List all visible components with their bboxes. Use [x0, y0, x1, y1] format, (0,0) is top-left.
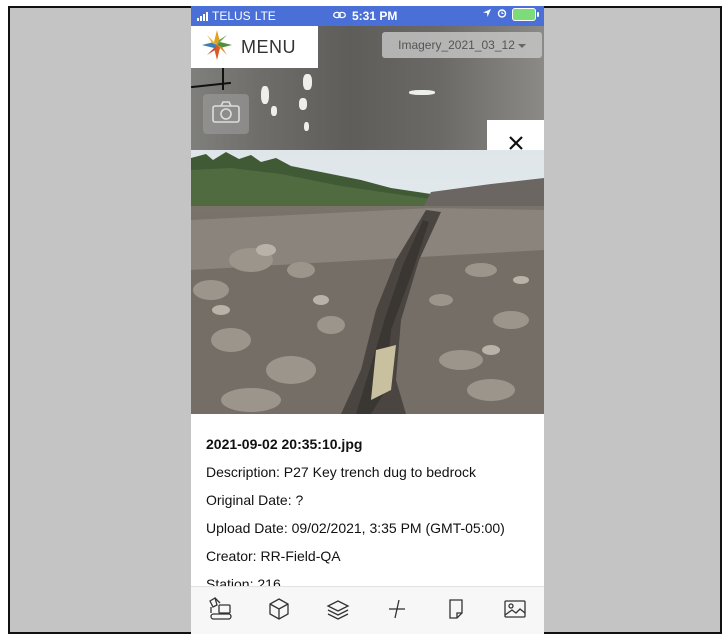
location-arrow-icon — [482, 8, 492, 21]
map-feature — [304, 122, 309, 131]
imagery-layer-label: Imagery_2021_03_12 — [398, 38, 515, 52]
photo-description: Description: P27 Key trench dug to bedro… — [206, 464, 477, 480]
image-icon — [503, 597, 527, 626]
phone-screen: TELUS LTE 5:31 PM MENU Imagery_2021_03_1… — [191, 6, 544, 634]
excavator-tab[interactable] — [200, 593, 240, 629]
map-feature — [261, 86, 269, 104]
link-icon — [333, 9, 346, 23]
photo-upload-date: Upload Date: 09/02/2021, 3:35 PM (GMT-05… — [206, 520, 505, 536]
photo-original-date: Original Date: ? — [206, 492, 304, 508]
battery-icon — [512, 8, 539, 21]
cube-tab[interactable] — [259, 593, 299, 629]
map-view[interactable]: MENU Imagery_2021_03_12 — [191, 26, 544, 170]
photo-filename: 2021-09-02 20:35:10.jpg — [206, 436, 363, 452]
photo-creator: Creator: RR-Field-QA — [206, 548, 341, 564]
signal-icon — [197, 11, 208, 21]
excavator-icon — [207, 596, 233, 626]
trench-photo — [191, 150, 544, 414]
map-feature — [299, 98, 307, 110]
boundary-line — [191, 81, 231, 89]
camera-button[interactable] — [203, 94, 249, 134]
layers-tab[interactable] — [318, 593, 358, 629]
compass-star-logo — [201, 29, 233, 66]
image-tab[interactable] — [495, 593, 535, 629]
network-label: LTE — [254, 9, 276, 23]
menu-button[interactable]: MENU — [191, 26, 318, 68]
chevron-down-icon — [517, 38, 526, 52]
document-icon — [444, 597, 468, 626]
imagery-layer-select[interactable]: Imagery_2021_03_12 — [382, 32, 542, 58]
carrier-label: TELUS — [212, 9, 251, 23]
camera-icon — [211, 100, 241, 129]
measure-tab[interactable] — [377, 593, 417, 629]
cube-icon — [267, 597, 291, 626]
map-feature — [271, 106, 277, 116]
measure-icon — [385, 597, 409, 626]
photo-details-panel: 2021-09-02 20:35:10.jpg Description: P27… — [191, 414, 544, 592]
alarm-icon — [497, 8, 507, 21]
map-feature — [409, 90, 435, 95]
document-tab[interactable] — [436, 593, 476, 629]
status-bar: TELUS LTE 5:31 PM — [191, 6, 544, 26]
bottom-toolbar — [191, 586, 544, 634]
clock: 5:31 PM — [352, 9, 398, 23]
map-feature — [303, 74, 312, 90]
menu-label: MENU — [241, 36, 296, 57]
layers-icon — [326, 597, 350, 626]
